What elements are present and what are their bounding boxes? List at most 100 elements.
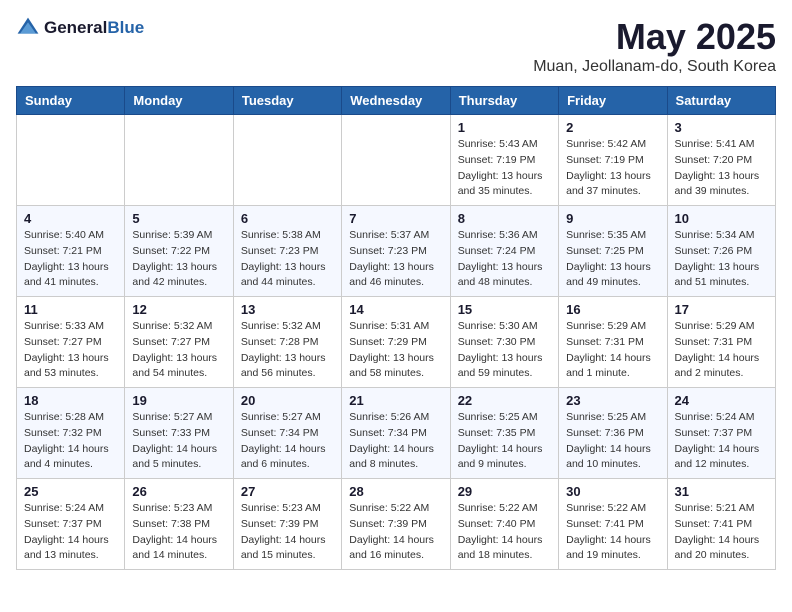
day-number: 22 [458,393,551,408]
day-info: Sunrise: 5:22 AMSunset: 7:41 PMDaylight:… [566,501,659,564]
weekday-header-friday: Friday [559,87,667,115]
day-number: 27 [241,484,334,499]
day-info: Sunrise: 5:39 AMSunset: 7:22 PMDaylight:… [132,228,225,291]
day-number: 6 [241,211,334,226]
day-info: Sunrise: 5:32 AMSunset: 7:27 PMDaylight:… [132,319,225,382]
title-area: May 2025 Muan, Jeollanam-do, South Korea [533,16,776,76]
week-row-4: 18Sunrise: 5:28 AMSunset: 7:32 PMDayligh… [17,388,776,479]
day-cell: 7 Sunrise: 5:37 AMSunset: 7:23 PMDaylight… [342,206,450,297]
day-number: 21 [349,393,442,408]
day-info: Sunrise: 5:23 AMSunset: 7:38 PMDaylight:… [132,501,225,564]
day-cell: 29Sunrise: 5:22 AMSunset: 7:40 PMDayligh… [450,479,558,570]
day-info: Sunrise: 5:22 AMSunset: 7:40 PMDaylight:… [458,501,551,564]
day-cell: 22 Sunrise: 5:25 AMSunset: 7:35 PMDayligh… [450,388,558,479]
day-info: Sunrise: 5:32 AMSunset: 7:28 PMDaylight:… [241,319,334,382]
day-number: 23 [566,393,659,408]
week-row-2: 4 Sunrise: 5:40 AMSunset: 7:21 PMDaylight… [17,206,776,297]
day-number: 2 [566,120,659,135]
day-number: 1 [458,120,551,135]
day-number: 11 [24,302,117,317]
day-cell: 6 Sunrise: 5:38 AMSunset: 7:23 PMDaylight… [233,206,341,297]
week-row-3: 11 Sunrise: 5:33 AMSunset: 7:27 PMDayligh… [17,297,776,388]
day-number: 14 [349,302,442,317]
day-number: 25 [24,484,117,499]
day-info: Sunrise: 5:40 AMSunset: 7:21 PMDaylight:… [24,228,117,291]
day-number: 31 [675,484,768,499]
day-info: Sunrise: 5:23 AMSunset: 7:39 PMDaylight:… [241,501,334,564]
day-info: Sunrise: 5:28 AMSunset: 7:32 PMDaylight:… [24,410,117,473]
day-info: Sunrise: 5:37 AMSunset: 7:23 PMDaylight:… [349,228,442,291]
day-cell: 18Sunrise: 5:28 AMSunset: 7:32 PMDayligh… [17,388,125,479]
day-cell: 5Sunrise: 5:39 AMSunset: 7:22 PMDaylight… [125,206,233,297]
day-info: Sunrise: 5:29 AMSunset: 7:31 PMDaylight:… [566,319,659,382]
day-info: Sunrise: 5:42 AMSunset: 7:19 PMDaylight:… [566,137,659,200]
day-cell: 1 Sunrise: 5:43 AMSunset: 7:19 PMDaylight… [450,115,558,206]
day-cell: 16 Sunrise: 5:29 AMSunset: 7:31 PMDayligh… [559,297,667,388]
day-number: 26 [132,484,225,499]
day-number: 4 [24,211,117,226]
day-info: Sunrise: 5:26 AMSunset: 7:34 PMDaylight:… [349,410,442,473]
day-cell: 23 Sunrise: 5:25 AMSunset: 7:36 PMDayligh… [559,388,667,479]
weekday-header-row: SundayMondayTuesdayWednesdayThursdayFrid… [17,87,776,115]
day-info: Sunrise: 5:25 AMSunset: 7:36 PMDaylight:… [566,410,659,473]
day-cell: 14Sunrise: 5:31 AMSunset: 7:29 PMDayligh… [342,297,450,388]
day-info: Sunrise: 5:25 AMSunset: 7:35 PMDaylight:… [458,410,551,473]
day-cell: 19 Sunrise: 5:27 AMSunset: 7:33 PMDayligh… [125,388,233,479]
logo-icon [16,16,40,40]
weekday-header-sunday: Sunday [17,87,125,115]
page-header: GeneralBlue May 2025 Muan, Jeollanam-do,… [16,16,776,76]
day-cell [342,115,450,206]
day-cell: 13Sunrise: 5:32 AMSunset: 7:28 PMDayligh… [233,297,341,388]
day-info: Sunrise: 5:43 AMSunset: 7:19 PMDaylight:… [458,137,551,200]
day-info: Sunrise: 5:38 AMSunset: 7:23 PMDaylight:… [241,228,334,291]
day-cell: 12 Sunrise: 5:32 AMSunset: 7:27 PMDayligh… [125,297,233,388]
day-number: 8 [458,211,551,226]
logo-general: General [44,18,107,37]
day-number: 16 [566,302,659,317]
logo-blue: Blue [107,18,144,37]
day-cell: 26 Sunrise: 5:23 AMSunset: 7:38 PMDayligh… [125,479,233,570]
calendar-table: SundayMondayTuesdayWednesdayThursdayFrid… [16,86,776,570]
day-number: 28 [349,484,442,499]
day-cell: 21 Sunrise: 5:26 AMSunset: 7:34 PMDayligh… [342,388,450,479]
day-number: 15 [458,302,551,317]
day-cell: 4 Sunrise: 5:40 AMSunset: 7:21 PMDaylight… [17,206,125,297]
day-cell: 9Sunrise: 5:35 AMSunset: 7:25 PMDaylight… [559,206,667,297]
day-info: Sunrise: 5:22 AMSunset: 7:39 PMDaylight:… [349,501,442,564]
day-number: 24 [675,393,768,408]
day-number: 19 [132,393,225,408]
week-row-5: 25 Sunrise: 5:24 AMSunset: 7:37 PMDayligh… [17,479,776,570]
calendar-title: May 2025 [533,16,776,58]
day-number: 7 [349,211,442,226]
day-cell: 27 Sunrise: 5:23 AMSunset: 7:39 PMDayligh… [233,479,341,570]
weekday-header-tuesday: Tuesday [233,87,341,115]
day-info: Sunrise: 5:36 AMSunset: 7:24 PMDaylight:… [458,228,551,291]
weekday-header-thursday: Thursday [450,87,558,115]
day-number: 10 [675,211,768,226]
day-info: Sunrise: 5:29 AMSunset: 7:31 PMDaylight:… [675,319,768,382]
day-cell [17,115,125,206]
day-cell: 17 Sunrise: 5:29 AMSunset: 7:31 PMDayligh… [667,297,775,388]
weekday-header-monday: Monday [125,87,233,115]
day-cell: 30Sunrise: 5:22 AMSunset: 7:41 PMDayligh… [559,479,667,570]
day-cell: 24 Sunrise: 5:24 AMSunset: 7:37 PMDayligh… [667,388,775,479]
day-info: Sunrise: 5:27 AMSunset: 7:33 PMDaylight:… [132,410,225,473]
day-info: Sunrise: 5:24 AMSunset: 7:37 PMDaylight:… [675,410,768,473]
weekday-header-wednesday: Wednesday [342,87,450,115]
logo: GeneralBlue [16,16,144,40]
day-info: Sunrise: 5:33 AMSunset: 7:27 PMDaylight:… [24,319,117,382]
day-number: 17 [675,302,768,317]
day-info: Sunrise: 5:24 AMSunset: 7:37 PMDaylight:… [24,501,117,564]
day-number: 9 [566,211,659,226]
day-cell: 3Sunrise: 5:41 AMSunset: 7:20 PMDaylight… [667,115,775,206]
day-cell: 11 Sunrise: 5:33 AMSunset: 7:27 PMDayligh… [17,297,125,388]
day-cell [125,115,233,206]
day-cell: 28 Sunrise: 5:22 AMSunset: 7:39 PMDayligh… [342,479,450,570]
day-cell: 25 Sunrise: 5:24 AMSunset: 7:37 PMDayligh… [17,479,125,570]
day-number: 20 [241,393,334,408]
day-info: Sunrise: 5:30 AMSunset: 7:30 PMDaylight:… [458,319,551,382]
day-cell [233,115,341,206]
week-row-1: 1 Sunrise: 5:43 AMSunset: 7:19 PMDaylight… [17,115,776,206]
day-number: 12 [132,302,225,317]
day-cell: 10Sunrise: 5:34 AMSunset: 7:26 PMDayligh… [667,206,775,297]
